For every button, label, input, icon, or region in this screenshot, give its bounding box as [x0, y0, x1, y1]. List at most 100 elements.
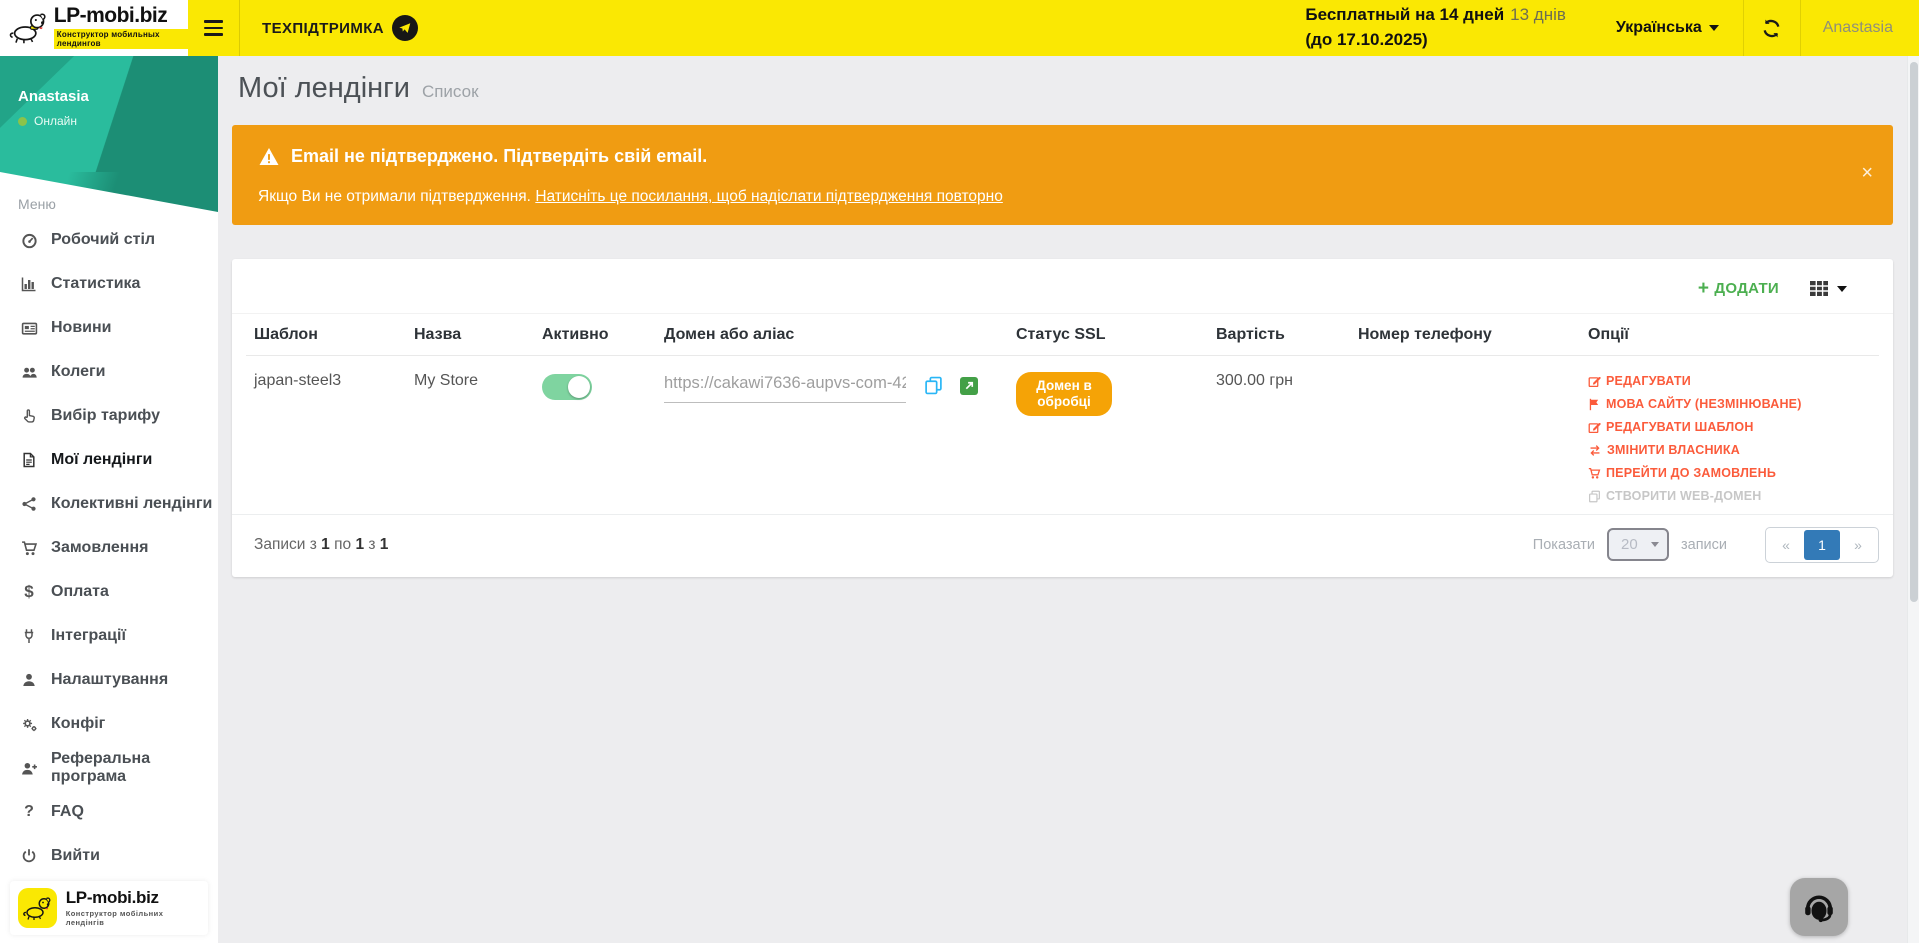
option-site-language[interactable]: МОВА САЙТУ (НЕЗМІНЮВАНЕ)	[1588, 397, 1871, 411]
content-area: Мої лендінги Список Email не підтверджен…	[218, 56, 1919, 943]
cell-phone	[1350, 356, 1580, 514]
page-size-select[interactable]: 20	[1607, 528, 1669, 561]
chevron-down-icon	[1709, 25, 1719, 31]
question-icon: ?	[18, 803, 40, 821]
footer-brand-subtitle: Конструктор мобільних лендінгів	[66, 909, 200, 927]
sidebar-item-dashboard[interactable]: Робочий стіл	[0, 218, 218, 262]
pagination-prev-button[interactable]: «	[1768, 530, 1804, 560]
dog-mascot-icon	[8, 9, 48, 47]
tech-support-link[interactable]: ТЕХПІДТРИМКА	[240, 0, 440, 56]
cart-icon	[1588, 467, 1601, 480]
sidebar-item-payment[interactable]: $ Оплата	[0, 570, 218, 614]
scrollbar-thumb[interactable]	[1910, 62, 1918, 602]
sidebar-item-news[interactable]: Новини	[0, 306, 218, 350]
brand-subtitle: Конструктор мобильных лендингов	[54, 29, 188, 49]
trial-days-left: 13 днів	[1510, 5, 1566, 24]
alert-title-text: Email не підтверджено. Підтвердіть свій …	[291, 146, 707, 167]
records-info: Записи з 1 по 1 з 1	[254, 536, 388, 554]
sidebar-item-tariff[interactable]: Вибір тарифу	[0, 394, 218, 438]
sidebar: Anastasia Онлайн Меню Робочий стіл Стати…	[0, 56, 218, 943]
chevron-down-icon	[1837, 286, 1847, 292]
sidebar-item-my-landings[interactable]: Мої лендінги	[0, 438, 218, 482]
table-header-row: Шаблон Назва Активно Домен або аліас Ста…	[246, 314, 1879, 356]
table-grid-icon	[1809, 280, 1829, 297]
landings-panel: + ДОДАТИ	[232, 259, 1893, 577]
sidebar-item-collective-landings[interactable]: Колективні лендінги	[0, 482, 218, 526]
plus-icon: +	[1698, 279, 1709, 298]
records-label: записи	[1681, 537, 1727, 553]
open-site-button[interactable]	[960, 377, 978, 395]
sidebar-toggle-button[interactable]	[188, 0, 239, 56]
copy-icon[interactable]	[924, 376, 943, 395]
sidebar-item-orders[interactable]: Замовлення	[0, 526, 218, 570]
pagination-page-1-button[interactable]: 1	[1804, 530, 1840, 560]
user-profile-panel: Anastasia Онлайн	[0, 56, 218, 172]
app-window: LP-mobi.biz Конструктор мобильных лендин…	[0, 0, 1919, 943]
telegram-icon	[392, 15, 418, 41]
domain-input[interactable]	[664, 372, 906, 403]
pagination-next-button[interactable]: »	[1840, 530, 1876, 560]
page-title: Мої лендінги	[238, 72, 410, 105]
language-selector[interactable]: Українська	[1592, 0, 1743, 56]
cell-price: 300.00 грн	[1208, 356, 1350, 514]
option-change-owner[interactable]: ЗМІНИТИ ВЛАСНИКА	[1588, 443, 1871, 457]
vertical-scrollbar[interactable]	[1907, 56, 1919, 943]
users-icon	[18, 364, 40, 381]
sidebar-item-logout[interactable]: Вийти	[0, 834, 218, 878]
col-header-name: Назва	[406, 314, 534, 356]
user-icon	[18, 672, 40, 688]
col-header-active: Активно	[534, 314, 656, 356]
ssl-status-badge: Домен в обробці	[1016, 372, 1112, 416]
col-header-domain: Домен або аліас	[656, 314, 1008, 356]
sidebar-item-integrations[interactable]: Інтеграції	[0, 614, 218, 658]
user-plus-icon	[18, 760, 40, 777]
footer-brand-title: LP-mobi.biz	[66, 889, 200, 908]
refresh-button[interactable]	[1743, 0, 1801, 56]
sidebar-item-referral[interactable]: Реферальна програма	[0, 746, 218, 790]
stats-icon	[18, 276, 40, 292]
close-icon[interactable]: ×	[1861, 163, 1873, 183]
sidebar-footer-logo[interactable]: LP-mobi.biz Конструктор мобільних лендін…	[10, 881, 208, 935]
news-icon	[18, 320, 40, 337]
sidebar-item-statistics[interactable]: Статистика	[0, 262, 218, 306]
cogs-icon	[18, 716, 40, 733]
col-header-phone: Номер телефону	[1350, 314, 1580, 356]
hand-pointer-icon	[18, 408, 40, 424]
support-chat-widget[interactable]	[1790, 878, 1848, 936]
sidebar-item-faq[interactable]: ? FAQ	[0, 790, 218, 834]
dog-mascot-icon	[18, 888, 57, 928]
table-footer: Записи з 1 по 1 з 1 Показати 20 записи	[232, 514, 1893, 577]
email-warning-banner: Email не підтверджено. Підтвердіть свій …	[232, 125, 1893, 225]
sidebar-item-config[interactable]: Конфіг	[0, 702, 218, 746]
dollar-icon: $	[18, 582, 40, 602]
col-header-options: Опції	[1580, 314, 1879, 356]
add-landing-button[interactable]: + ДОДАТИ	[1698, 279, 1779, 298]
option-create-web-domain: СТВОРИТИ WEB-ДОМЕН	[1588, 489, 1871, 503]
sidebar-item-settings[interactable]: Налаштування	[0, 658, 218, 702]
power-icon	[18, 848, 40, 864]
option-edit[interactable]: РЕДАГУВАТИ	[1588, 374, 1871, 388]
brand-title: LP-mobi.biz	[54, 5, 188, 26]
edit-icon	[1588, 421, 1601, 434]
active-toggle[interactable]	[542, 374, 592, 400]
table-row: japan-steel3 My Store	[246, 356, 1879, 514]
exchange-icon	[1588, 444, 1602, 457]
share-icon	[18, 496, 40, 512]
option-go-to-orders[interactable]: ПЕРЕЙТИ ДО ЗАМОВЛЕНЬ	[1588, 466, 1871, 480]
option-edit-template[interactable]: РЕДАГУВАТИ ШАБЛОН	[1588, 420, 1871, 434]
table-columns-button[interactable]	[1809, 280, 1847, 297]
trial-until-date: (до 17.10.2025)	[1305, 28, 1566, 53]
brand-logo[interactable]: LP-mobi.biz Конструктор мобильных лендин…	[0, 0, 188, 56]
user-menu[interactable]: Anastasia	[1801, 0, 1919, 56]
col-header-price: Вартість	[1208, 314, 1350, 356]
tech-support-label: ТЕХПІДТРИМКА	[262, 20, 384, 37]
chevron-down-icon	[1651, 542, 1659, 547]
resend-confirmation-link[interactable]: Натисніть це посилання, щоб надіслати пі…	[535, 188, 1003, 205]
header-username: Anastasia	[1823, 19, 1893, 37]
show-label: Показати	[1533, 537, 1595, 553]
language-label: Українська	[1616, 19, 1702, 37]
landings-table: Шаблон Назва Активно Домен або аліас Ста…	[246, 314, 1879, 514]
col-header-ssl: Статус SSL	[1008, 314, 1208, 356]
sidebar-item-colleagues[interactable]: Колеги	[0, 350, 218, 394]
trial-plan-info: Бесплатный на 14 дней13 днів (до 17.10.2…	[1305, 0, 1592, 56]
